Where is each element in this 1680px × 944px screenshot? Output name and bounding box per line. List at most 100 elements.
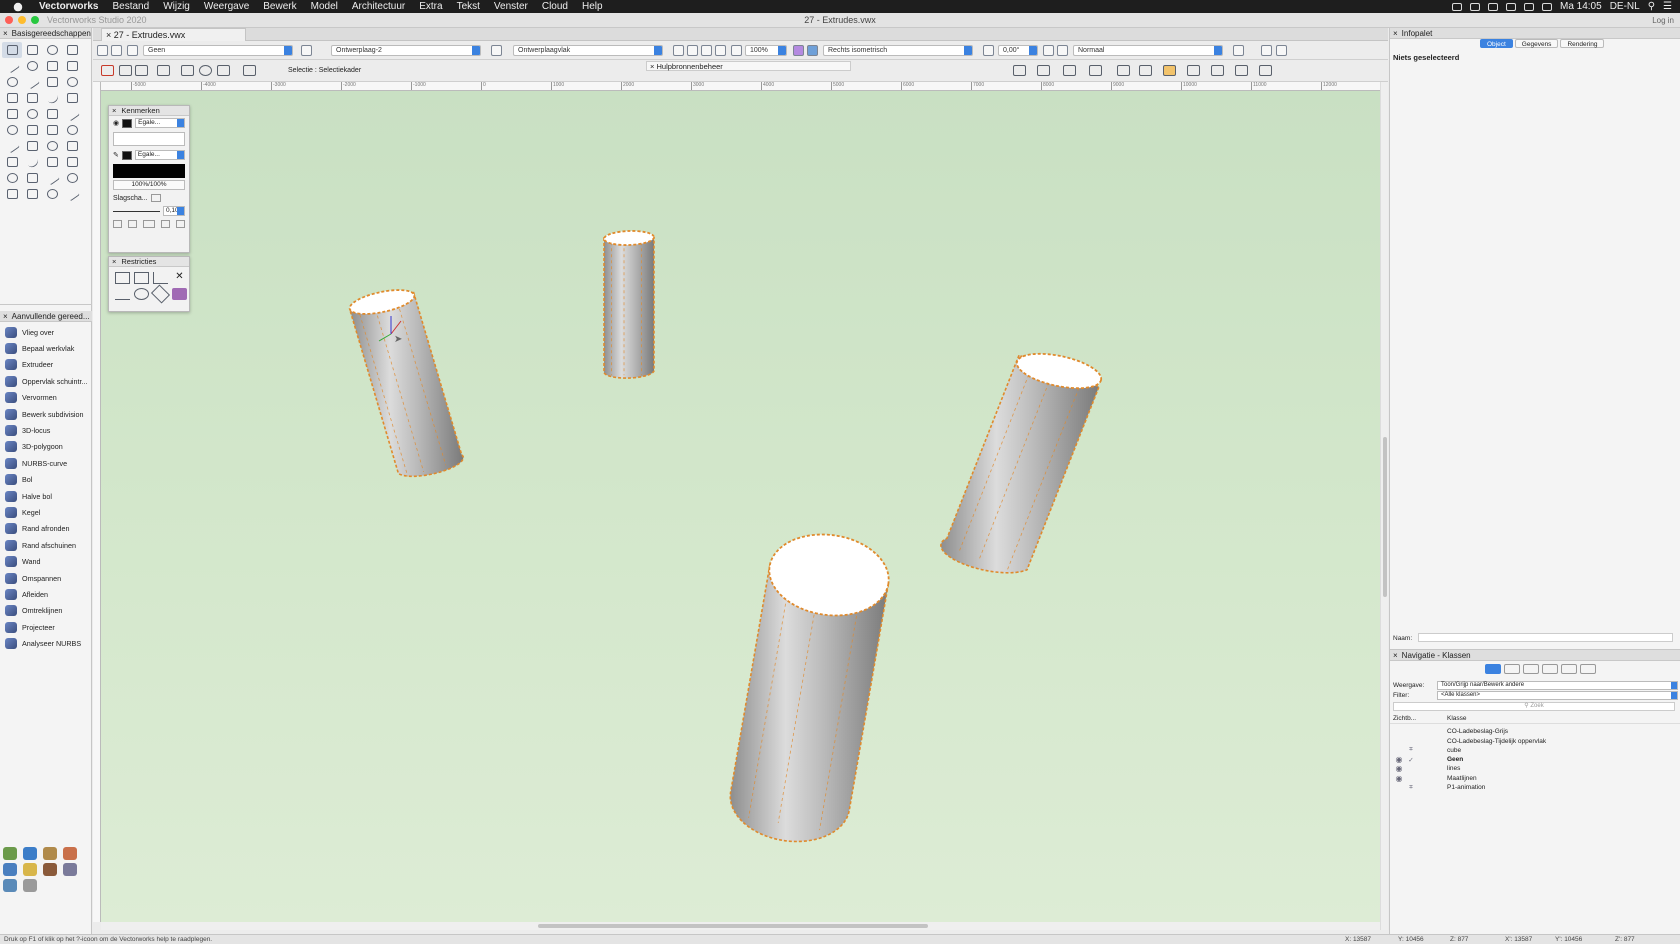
render-mode-select[interactable]: Normaal (1073, 45, 1223, 56)
search-input[interactable]: ⚲ Zoek (1393, 702, 1675, 711)
menu-bestand[interactable]: Bestand (105, 1, 156, 12)
standard-view-icon[interactable] (807, 45, 818, 56)
spotlight-icon[interactable]: ⚲ (1648, 1, 1655, 12)
menu-list-icon[interactable]: ☰ (1663, 1, 1672, 12)
close-icon[interactable]: × (650, 62, 654, 71)
snap-grid-icon[interactable] (115, 272, 130, 284)
basic-tool-20[interactable] (62, 106, 82, 122)
basic-tool-12[interactable] (62, 74, 82, 90)
wifi-icon[interactable] (1505, 2, 1516, 11)
basic-tool-29[interactable] (2, 154, 22, 170)
basic-tool-22[interactable] (22, 122, 42, 138)
menu-bewerk[interactable]: Bewerk (256, 1, 303, 12)
lasso-icon[interactable] (199, 65, 212, 76)
landscape-icon[interactable] (3, 847, 17, 860)
class-status-icon[interactable]: ⌗ (1405, 746, 1417, 754)
lighting-icon[interactable] (23, 863, 37, 876)
visibility-column[interactable]: Zichtb... (1393, 715, 1416, 722)
basic-tool-10[interactable] (22, 74, 42, 90)
snap-4-icon[interactable] (1089, 65, 1102, 76)
horizontal-scroll-thumb[interactable] (538, 924, 928, 928)
preferences-icon[interactable] (243, 65, 256, 76)
extra-tool-item[interactable]: 3D-polygoon (0, 439, 92, 455)
machine-icon[interactable] (23, 879, 37, 892)
polygon-marquee-icon[interactable] (217, 65, 230, 76)
basic-tool-18[interactable] (22, 106, 42, 122)
basic-tool-28[interactable] (62, 138, 82, 154)
close-icon[interactable]: × (106, 30, 111, 40)
basic-tool-2[interactable] (22, 42, 42, 58)
back-arrow-icon[interactable] (97, 45, 108, 56)
basic-tool-32[interactable] (62, 154, 82, 170)
tab-rendering[interactable]: Rendering (1560, 39, 1605, 48)
menu-extra[interactable]: Extra (412, 1, 449, 12)
extra-tool-item[interactable]: Omspannen (0, 570, 92, 586)
class-row[interactable]: CO-Ladebeslag-Tijdelijk oppervlak (1393, 736, 1678, 746)
basic-tool-17[interactable] (2, 106, 22, 122)
arrow-right-button[interactable] (161, 220, 171, 228)
layer-select[interactable]: Ontwerplaag-2 (331, 45, 481, 56)
flag-icon[interactable] (1541, 2, 1552, 11)
tab-object[interactable]: Object (1480, 39, 1513, 48)
snap-6-icon[interactable] (1139, 65, 1152, 76)
close-icon[interactable]: × (112, 106, 116, 115)
site-icon[interactable] (3, 863, 17, 876)
snap-surface-icon[interactable] (172, 288, 187, 300)
display-select[interactable]: Toon/Grijp naar/Bewerk andere (1437, 681, 1678, 690)
extra-tool-item[interactable]: Extrudeer (0, 357, 92, 373)
class-column[interactable]: Klasse (1447, 715, 1467, 722)
name-field[interactable] (1418, 633, 1673, 642)
basic-tool-27[interactable] (42, 138, 62, 154)
basic-tool-11[interactable] (42, 74, 62, 90)
login-button[interactable]: Log in (1652, 16, 1674, 25)
building-icon[interactable] (43, 847, 57, 860)
class-select[interactable]: Geen (143, 45, 293, 56)
basic-tool-31[interactable] (42, 154, 62, 170)
basic-tool-1[interactable] (2, 42, 22, 58)
snap-9-icon[interactable] (1211, 65, 1224, 76)
basic-tool-6[interactable] (22, 58, 42, 74)
cylinder-2[interactable] (603, 230, 655, 379)
basic-tool-21[interactable] (2, 122, 22, 138)
workplane-icon[interactable] (491, 45, 502, 56)
class-status-icon[interactable]: ✓ (1405, 756, 1417, 764)
mode-1-icon[interactable] (119, 65, 132, 76)
snap-intersection-icon[interactable]: ✕ (172, 272, 187, 284)
basic-tool-23[interactable] (42, 122, 62, 138)
class-row[interactable]: ⌗ cube (1393, 746, 1678, 756)
zoom-icon[interactable] (731, 45, 742, 56)
nav-refs-icon[interactable] (1561, 664, 1577, 674)
fit-icon[interactable] (673, 45, 684, 56)
menu-weergave[interactable]: Weergave (197, 1, 256, 12)
basic-tool-5[interactable] (2, 58, 22, 74)
basic-tool-8[interactable] (62, 58, 82, 74)
extra-tool-item[interactable]: Bol (0, 472, 92, 488)
nav-views-icon[interactable] (1542, 664, 1558, 674)
snap-object-icon[interactable] (134, 272, 149, 284)
basic-tool-37[interactable] (2, 186, 22, 202)
shadow-checkbox[interactable] (150, 194, 161, 202)
saved-view-icon[interactable] (1057, 45, 1068, 56)
rotation-icon[interactable] (983, 45, 994, 56)
cylinder-1[interactable] (348, 285, 465, 478)
view-select[interactable]: Rechts isometrisch (823, 45, 973, 56)
visualization-icon[interactable] (3, 879, 17, 892)
class-row[interactable]: ◉ Maatlijnen (1393, 774, 1678, 784)
nav-files-icon[interactable] (1580, 664, 1596, 674)
extra-tool-item[interactable]: Rand afschuinen (0, 537, 92, 553)
basic-tool-39[interactable] (42, 186, 62, 202)
arrow-start-button[interactable] (113, 220, 122, 228)
extra-tool-item[interactable]: Halve bol (0, 488, 92, 504)
arrow-left-button[interactable] (127, 220, 137, 228)
vertical-scroll-thumb[interactable] (1383, 437, 1387, 597)
class-row[interactable]: ◉ ✓ Geen (1393, 755, 1678, 765)
extra-tool-item[interactable]: Rand afronden (0, 521, 92, 537)
nav-sheets-icon[interactable] (1523, 664, 1539, 674)
opacity-field[interactable]: 100%/100% (113, 180, 185, 190)
extra-tool-item[interactable]: Analyseer NURBS (0, 635, 92, 651)
class-row[interactable]: CO-Ladebeslag-Grijs (1393, 727, 1678, 737)
menu-app[interactable]: Vectorworks (32, 1, 105, 12)
mode-2-icon[interactable] (135, 65, 148, 76)
snap-11-icon[interactable] (1259, 65, 1272, 76)
menu-venster[interactable]: Venster (487, 1, 535, 12)
